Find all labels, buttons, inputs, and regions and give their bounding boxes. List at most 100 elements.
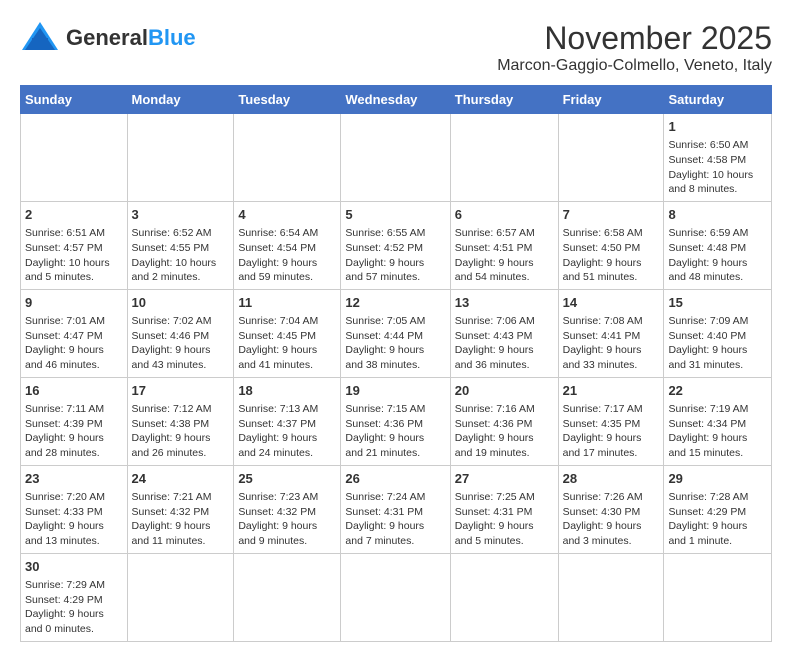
logo: GeneralBlue bbox=[20, 20, 196, 55]
day-info: Sunrise: 7:21 AM Sunset: 4:32 PM Dayligh… bbox=[132, 490, 230, 549]
calendar-week-row: 1 Sunrise: 6:50 AM Sunset: 4:58 PM Daylig… bbox=[21, 114, 772, 202]
generalblue-logo-icon bbox=[20, 20, 60, 55]
calendar-day-cell bbox=[127, 553, 234, 641]
day-info: Sunrise: 7:20 AM Sunset: 4:33 PM Dayligh… bbox=[25, 490, 123, 549]
day-info: Sunrise: 6:58 AM Sunset: 4:50 PM Dayligh… bbox=[563, 226, 660, 285]
day-number: 20 bbox=[455, 382, 554, 400]
month-title: November 2025 bbox=[497, 20, 772, 57]
day-number: 30 bbox=[25, 558, 123, 576]
calendar-day-cell: 26Sunrise: 7:24 AM Sunset: 4:31 PM Dayli… bbox=[341, 465, 450, 553]
day-of-week-header: Wednesday bbox=[341, 86, 450, 114]
calendar-day-cell: 12 Sunrise: 7:05 AM Sunset: 4:44 PM Dayli… bbox=[341, 289, 450, 377]
day-number: 11 bbox=[238, 294, 336, 312]
calendar-day-cell bbox=[450, 553, 558, 641]
day-info: Sunrise: 6:51 AM Sunset: 4:57 PM Dayligh… bbox=[25, 226, 123, 285]
day-number: 19 bbox=[345, 382, 445, 400]
day-number: 4 bbox=[238, 206, 336, 224]
day-info: Sunrise: 7:08 AM Sunset: 4:41 PM Dayligh… bbox=[563, 314, 660, 373]
day-info: Sunrise: 7:16 AM Sunset: 4:36 PM Dayligh… bbox=[455, 402, 554, 461]
calendar-day-cell: 4 Sunrise: 6:54 AM Sunset: 4:54 PM Daylig… bbox=[234, 201, 341, 289]
day-number: 2 bbox=[25, 206, 123, 224]
day-info: Sunrise: 6:50 AM Sunset: 4:58 PM Dayligh… bbox=[668, 138, 767, 197]
calendar-day-cell: 15 Sunrise: 7:09 AM Sunset: 4:40 PM Dayli… bbox=[664, 289, 772, 377]
calendar-day-cell bbox=[127, 114, 234, 202]
day-info: Sunrise: 7:24 AM Sunset: 4:31 PM Dayligh… bbox=[345, 490, 445, 549]
calendar-day-cell: 2 Sunrise: 6:51 AM Sunset: 4:57 PM Daylig… bbox=[21, 201, 128, 289]
day-of-week-header: Monday bbox=[127, 86, 234, 114]
day-info: Sunrise: 7:13 AM Sunset: 4:37 PM Dayligh… bbox=[238, 402, 336, 461]
day-number: 12 bbox=[345, 294, 445, 312]
calendar-day-cell: 6 Sunrise: 6:57 AM Sunset: 4:51 PM Daylig… bbox=[450, 201, 558, 289]
calendar-day-cell bbox=[558, 553, 664, 641]
day-info: Sunrise: 6:57 AM Sunset: 4:51 PM Dayligh… bbox=[455, 226, 554, 285]
day-info: Sunrise: 6:59 AM Sunset: 4:48 PM Dayligh… bbox=[668, 226, 767, 285]
calendar-day-cell: 27Sunrise: 7:25 AM Sunset: 4:31 PM Dayli… bbox=[450, 465, 558, 553]
day-number: 3 bbox=[132, 206, 230, 224]
day-number: 24 bbox=[132, 470, 230, 488]
day-info: Sunrise: 7:17 AM Sunset: 4:35 PM Dayligh… bbox=[563, 402, 660, 461]
calendar-day-cell: 29 Sunrise: 7:28 AM Sunset: 4:29 PM Dayli… bbox=[664, 465, 772, 553]
calendar-day-cell: 10 Sunrise: 7:02 AM Sunset: 4:46 PM Dayli… bbox=[127, 289, 234, 377]
day-info: Sunrise: 7:09 AM Sunset: 4:40 PM Dayligh… bbox=[668, 314, 767, 373]
page-header: GeneralBlue November 2025 Marcon-Gaggio-… bbox=[20, 20, 772, 75]
day-number: 15 bbox=[668, 294, 767, 312]
calendar-day-cell: 19Sunrise: 7:15 AM Sunset: 4:36 PM Dayli… bbox=[341, 377, 450, 465]
day-number: 1 bbox=[668, 118, 767, 136]
day-number: 9 bbox=[25, 294, 123, 312]
calendar-day-cell bbox=[234, 553, 341, 641]
day-number: 28 bbox=[563, 470, 660, 488]
day-number: 27 bbox=[455, 470, 554, 488]
calendar-day-cell: 24 Sunrise: 7:21 AM Sunset: 4:32 PM Dayli… bbox=[127, 465, 234, 553]
calendar-day-cell: 30Sunrise: 7:29 AM Sunset: 4:29 PM Dayli… bbox=[21, 553, 128, 641]
calendar-day-cell: 28Sunrise: 7:26 AM Sunset: 4:30 PM Dayli… bbox=[558, 465, 664, 553]
calendar-header-row: SundayMondayTuesdayWednesdayThursdayFrid… bbox=[21, 86, 772, 114]
day-info: Sunrise: 7:19 AM Sunset: 4:34 PM Dayligh… bbox=[668, 402, 767, 461]
calendar-day-cell: 7Sunrise: 6:58 AM Sunset: 4:50 PM Daylig… bbox=[558, 201, 664, 289]
calendar-day-cell bbox=[450, 114, 558, 202]
day-of-week-header: Friday bbox=[558, 86, 664, 114]
title-block: November 2025 Marcon-Gaggio-Colmello, Ve… bbox=[497, 20, 772, 75]
calendar-day-cell: 23Sunrise: 7:20 AM Sunset: 4:33 PM Dayli… bbox=[21, 465, 128, 553]
day-info: Sunrise: 6:55 AM Sunset: 4:52 PM Dayligh… bbox=[345, 226, 445, 285]
day-info: Sunrise: 7:02 AM Sunset: 4:46 PM Dayligh… bbox=[132, 314, 230, 373]
day-number: 18 bbox=[238, 382, 336, 400]
calendar-day-cell bbox=[234, 114, 341, 202]
calendar-day-cell: 14Sunrise: 7:08 AM Sunset: 4:41 PM Dayli… bbox=[558, 289, 664, 377]
day-of-week-header: Thursday bbox=[450, 86, 558, 114]
day-number: 16 bbox=[25, 382, 123, 400]
calendar-day-cell: 25Sunrise: 7:23 AM Sunset: 4:32 PM Dayli… bbox=[234, 465, 341, 553]
day-info: Sunrise: 7:28 AM Sunset: 4:29 PM Dayligh… bbox=[668, 490, 767, 549]
day-number: 21 bbox=[563, 382, 660, 400]
day-of-week-header: Saturday bbox=[664, 86, 772, 114]
calendar-day-cell: 18 Sunrise: 7:13 AM Sunset: 4:37 PM Dayli… bbox=[234, 377, 341, 465]
calendar-day-cell: 9 Sunrise: 7:01 AM Sunset: 4:47 PM Daylig… bbox=[21, 289, 128, 377]
day-of-week-header: Sunday bbox=[21, 86, 128, 114]
day-info: Sunrise: 7:04 AM Sunset: 4:45 PM Dayligh… bbox=[238, 314, 336, 373]
day-number: 5 bbox=[345, 206, 445, 224]
day-info: Sunrise: 6:52 AM Sunset: 4:55 PM Dayligh… bbox=[132, 226, 230, 285]
calendar-day-cell: 16 Sunrise: 7:11 AM Sunset: 4:39 PM Dayli… bbox=[21, 377, 128, 465]
day-number: 17 bbox=[132, 382, 230, 400]
day-number: 10 bbox=[132, 294, 230, 312]
location-title: Marcon-Gaggio-Colmello, Veneto, Italy bbox=[497, 57, 772, 75]
day-info: Sunrise: 7:12 AM Sunset: 4:38 PM Dayligh… bbox=[132, 402, 230, 461]
calendar-day-cell: 20 Sunrise: 7:16 AM Sunset: 4:36 PM Dayli… bbox=[450, 377, 558, 465]
calendar-week-row: 23Sunrise: 7:20 AM Sunset: 4:33 PM Dayli… bbox=[21, 465, 772, 553]
day-info: Sunrise: 7:01 AM Sunset: 4:47 PM Dayligh… bbox=[25, 314, 123, 373]
calendar-day-cell: 5 Sunrise: 6:55 AM Sunset: 4:52 PM Daylig… bbox=[341, 201, 450, 289]
day-info: Sunrise: 6:54 AM Sunset: 4:54 PM Dayligh… bbox=[238, 226, 336, 285]
calendar-week-row: 9 Sunrise: 7:01 AM Sunset: 4:47 PM Daylig… bbox=[21, 289, 772, 377]
calendar-day-cell bbox=[21, 114, 128, 202]
calendar-week-row: 2 Sunrise: 6:51 AM Sunset: 4:57 PM Daylig… bbox=[21, 201, 772, 289]
day-number: 29 bbox=[668, 470, 767, 488]
calendar-day-cell: 11 Sunrise: 7:04 AM Sunset: 4:45 PM Dayli… bbox=[234, 289, 341, 377]
calendar-week-row: 16 Sunrise: 7:11 AM Sunset: 4:39 PM Dayli… bbox=[21, 377, 772, 465]
calendar-day-cell: 22Sunrise: 7:19 AM Sunset: 4:34 PM Dayli… bbox=[664, 377, 772, 465]
day-info: Sunrise: 7:11 AM Sunset: 4:39 PM Dayligh… bbox=[25, 402, 123, 461]
day-info: Sunrise: 7:05 AM Sunset: 4:44 PM Dayligh… bbox=[345, 314, 445, 373]
calendar-table: SundayMondayTuesdayWednesdayThursdayFrid… bbox=[20, 85, 772, 642]
calendar-day-cell: 1 Sunrise: 6:50 AM Sunset: 4:58 PM Daylig… bbox=[664, 114, 772, 202]
calendar-day-cell: 13Sunrise: 7:06 AM Sunset: 4:43 PM Dayli… bbox=[450, 289, 558, 377]
day-number: 6 bbox=[455, 206, 554, 224]
calendar-day-cell: 21 Sunrise: 7:17 AM Sunset: 4:35 PM Dayli… bbox=[558, 377, 664, 465]
